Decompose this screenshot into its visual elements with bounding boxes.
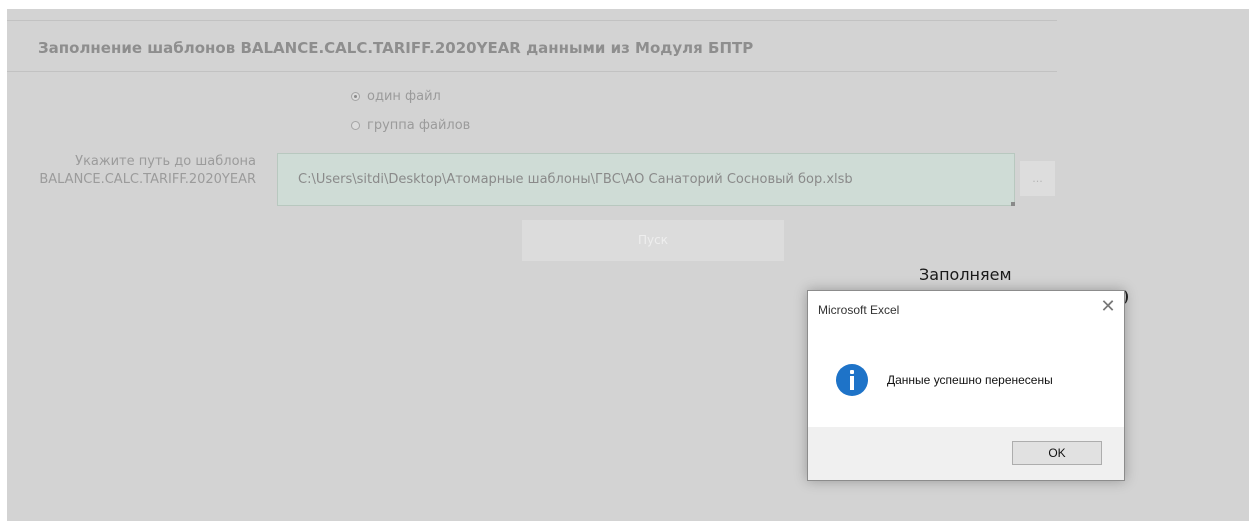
ok-button[interactable]: OK	[1012, 441, 1102, 465]
title-bottom-divider	[7, 71, 1057, 72]
radio-single-file-label: один файл	[367, 89, 441, 104]
path-label: Укажите путь до шаблона BALANCE.CALC.TAR…	[0, 153, 256, 189]
message-box: Microsoft Excel ✕ Данные успешно перенес…	[807, 290, 1125, 481]
resize-grip-icon	[1011, 202, 1015, 206]
radio-file-group[interactable]: группа файлов	[351, 118, 470, 133]
template-path-input[interactable]: C:\Users\sitdi\Desktop\Атомарные шаблоны…	[277, 153, 1015, 206]
dialog-footer: OK	[808, 427, 1124, 480]
browse-button[interactable]: ...	[1020, 161, 1055, 196]
status-text: Заполняем	[919, 265, 1012, 284]
run-button[interactable]: Пуск	[522, 220, 784, 261]
radio-selected-icon	[351, 92, 360, 101]
path-label-line1: Укажите путь до шаблона	[75, 154, 256, 169]
radio-single-file[interactable]: один файл	[351, 89, 441, 104]
form-title: Заполнение шаблонов BALANCE.CALC.TARIFF.…	[38, 39, 754, 57]
radio-file-group-label: группа файлов	[367, 118, 471, 133]
dialog-title: Microsoft Excel	[818, 303, 900, 317]
dialog-message: Данные успешно перенесены	[887, 373, 1053, 387]
template-path-value: C:\Users\sitdi\Desktop\Атомарные шаблоны…	[298, 172, 853, 187]
close-icon[interactable]: ✕	[1098, 297, 1118, 317]
title-top-divider	[7, 20, 1057, 21]
radio-unselected-icon	[351, 121, 360, 130]
path-label-line2: BALANCE.CALC.TARIFF.2020YEAR	[39, 172, 256, 187]
info-icon	[836, 364, 868, 396]
